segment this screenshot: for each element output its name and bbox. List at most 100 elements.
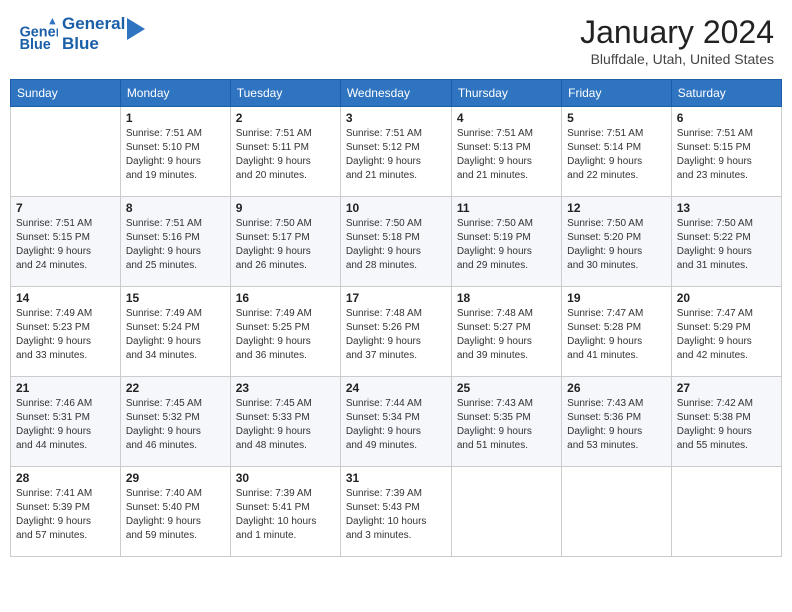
calendar-cell: 6 Sunrise: 7:51 AMSunset: 5:15 PMDaylight… [671,107,781,197]
calendar-cell: 10 Sunrise: 7:50 AMSunset: 5:18 PMDayligh… [340,197,451,287]
calendar-cell: 2Sunrise: 7:51 AMSunset: 5:11 PMDaylight… [230,107,340,197]
day-number: 15 [126,291,225,305]
calendar-cell: 17 Sunrise: 7:48 AMSunset: 5:26 PMDayligh… [340,287,451,377]
logo: General Blue General Blue [18,14,145,55]
day-number: 17 [346,291,446,305]
week-row-4: 21 Sunrise: 7:46 AMSunset: 5:31 PMDayligh… [11,377,782,467]
day-info: Sunrise: 7:50 AMSunset: 5:19 PMDaylight:… [457,217,556,273]
week-row-3: 14 Sunrise: 7:49 AMSunset: 5:23 PMDayligh… [11,287,782,377]
calendar-cell: 12Sunrise: 7:50 AMSunset: 5:20 PMDayligh… [562,197,672,287]
svg-text:Blue: Blue [20,38,51,54]
weekday-saturday: Saturday [671,80,781,107]
day-info: Sunrise: 7:40 AMSunset: 5:40 PMDaylight:… [126,487,225,543]
weekday-header-row: SundayMondayTuesdayWednesdayThursdayFrid… [11,80,782,107]
day-info: Sunrise: 7:50 AMSunset: 5:18 PMDaylight:… [346,217,446,273]
day-info: Sunrise: 7:47 AMSunset: 5:29 PMDaylight:… [677,307,776,363]
logo-arrow-icon [127,18,145,40]
day-info: Sunrise: 7:39 AMSunset: 5:43 PMDaylight:… [346,487,446,543]
day-info: Sunrise: 7:51 AMSunset: 5:15 PMDaylight:… [677,127,776,183]
day-info: Sunrise: 7:48 AMSunset: 5:27 PMDaylight:… [457,307,556,363]
day-number: 1 [126,111,225,125]
weekday-wednesday: Wednesday [340,80,451,107]
calendar-cell: 31 Sunrise: 7:39 AMSunset: 5:43 PMDayligh… [340,467,451,557]
calendar-cell: 14 Sunrise: 7:49 AMSunset: 5:23 PMDayligh… [11,287,121,377]
day-number: 29 [126,471,225,485]
location: Bluffdale, Utah, United States [580,51,774,67]
logo-blue: Blue [62,34,125,54]
day-number: 18 [457,291,556,305]
day-number: 26 [567,381,666,395]
calendar-cell: 28Sunrise: 7:41 AMSunset: 5:39 PMDayligh… [11,467,121,557]
day-number: 8 [126,201,225,215]
logo-general: General [62,14,125,34]
calendar-cell [671,467,781,557]
weekday-tuesday: Tuesday [230,80,340,107]
calendar-cell: 24 Sunrise: 7:44 AMSunset: 5:34 PMDayligh… [340,377,451,467]
calendar-cell: 11Sunrise: 7:50 AMSunset: 5:19 PMDayligh… [451,197,561,287]
day-number: 9 [236,201,335,215]
calendar-cell: 25 Sunrise: 7:43 AMSunset: 5:35 PMDayligh… [451,377,561,467]
day-number: 14 [16,291,115,305]
day-info: Sunrise: 7:46 AMSunset: 5:31 PMDaylight:… [16,397,115,453]
day-info: Sunrise: 7:50 AMSunset: 5:17 PMDaylight:… [236,217,335,273]
calendar-cell: 20 Sunrise: 7:47 AMSunset: 5:29 PMDayligh… [671,287,781,377]
calendar-cell: 15 Sunrise: 7:49 AMSunset: 5:24 PMDayligh… [120,287,230,377]
day-number: 20 [677,291,776,305]
day-info: Sunrise: 7:49 AMSunset: 5:25 PMDaylight:… [236,307,335,363]
calendar-cell: 4 Sunrise: 7:51 AMSunset: 5:13 PMDaylight… [451,107,561,197]
day-number: 12 [567,201,666,215]
day-info: Sunrise: 7:49 AMSunset: 5:23 PMDaylight:… [16,307,115,363]
day-number: 6 [677,111,776,125]
day-info: Sunrise: 7:41 AMSunset: 5:39 PMDaylight:… [16,487,115,543]
day-info: Sunrise: 7:49 AMSunset: 5:24 PMDaylight:… [126,307,225,363]
calendar-cell: 3Sunrise: 7:51 AMSunset: 5:12 PMDaylight… [340,107,451,197]
day-number: 22 [126,381,225,395]
day-info: Sunrise: 7:51 AMSunset: 5:12 PMDaylight:… [346,127,446,183]
calendar-table: SundayMondayTuesdayWednesdayThursdayFrid… [10,79,782,557]
day-info: Sunrise: 7:51 AMSunset: 5:13 PMDaylight:… [457,127,556,183]
day-info: Sunrise: 7:44 AMSunset: 5:34 PMDaylight:… [346,397,446,453]
day-info: Sunrise: 7:50 AMSunset: 5:22 PMDaylight:… [677,217,776,273]
day-info: Sunrise: 7:39 AMSunset: 5:41 PMDaylight:… [236,487,335,543]
calendar-cell: 26Sunrise: 7:43 AMSunset: 5:36 PMDayligh… [562,377,672,467]
day-number: 2 [236,111,335,125]
calendar-cell: 1 Sunrise: 7:51 AMSunset: 5:10 PMDaylight… [120,107,230,197]
title-block: January 2024 Bluffdale, Utah, United Sta… [580,14,774,67]
calendar-cell: 29 Sunrise: 7:40 AMSunset: 5:40 PMDayligh… [120,467,230,557]
day-number: 5 [567,111,666,125]
calendar-cell: 13Sunrise: 7:50 AMSunset: 5:22 PMDayligh… [671,197,781,287]
calendar-cell: 22 Sunrise: 7:45 AMSunset: 5:32 PMDayligh… [120,377,230,467]
day-number: 31 [346,471,446,485]
day-info: Sunrise: 7:51 AMSunset: 5:10 PMDaylight:… [126,127,225,183]
weekday-friday: Friday [562,80,672,107]
day-number: 19 [567,291,666,305]
day-number: 10 [346,201,446,215]
day-number: 21 [16,381,115,395]
calendar-cell: 7Sunrise: 7:51 AMSunset: 5:15 PMDaylight… [11,197,121,287]
calendar-cell: 27Sunrise: 7:42 AMSunset: 5:38 PMDayligh… [671,377,781,467]
calendar-cell [451,467,561,557]
calendar-cell: 8 Sunrise: 7:51 AMSunset: 5:16 PMDaylight… [120,197,230,287]
calendar-cell: 23Sunrise: 7:45 AMSunset: 5:33 PMDayligh… [230,377,340,467]
day-info: Sunrise: 7:47 AMSunset: 5:28 PMDaylight:… [567,307,666,363]
day-number: 24 [346,381,446,395]
day-info: Sunrise: 7:43 AMSunset: 5:35 PMDaylight:… [457,397,556,453]
day-info: Sunrise: 7:42 AMSunset: 5:38 PMDaylight:… [677,397,776,453]
calendar-cell [11,107,121,197]
week-row-5: 28Sunrise: 7:41 AMSunset: 5:39 PMDayligh… [11,467,782,557]
weekday-thursday: Thursday [451,80,561,107]
calendar-cell: 5 Sunrise: 7:51 AMSunset: 5:14 PMDaylight… [562,107,672,197]
day-number: 25 [457,381,556,395]
week-row-1: 1 Sunrise: 7:51 AMSunset: 5:10 PMDaylight… [11,107,782,197]
day-info: Sunrise: 7:51 AMSunset: 5:16 PMDaylight:… [126,217,225,273]
day-number: 4 [457,111,556,125]
day-info: Sunrise: 7:51 AMSunset: 5:14 PMDaylight:… [567,127,666,183]
day-number: 30 [236,471,335,485]
day-info: Sunrise: 7:45 AMSunset: 5:32 PMDaylight:… [126,397,225,453]
calendar-cell: 18 Sunrise: 7:48 AMSunset: 5:27 PMDayligh… [451,287,561,377]
day-number: 23 [236,381,335,395]
calendar-body: 1 Sunrise: 7:51 AMSunset: 5:10 PMDaylight… [11,107,782,557]
day-info: Sunrise: 7:48 AMSunset: 5:26 PMDaylight:… [346,307,446,363]
day-info: Sunrise: 7:51 AMSunset: 5:15 PMDaylight:… [16,217,115,273]
week-row-2: 7Sunrise: 7:51 AMSunset: 5:15 PMDaylight… [11,197,782,287]
